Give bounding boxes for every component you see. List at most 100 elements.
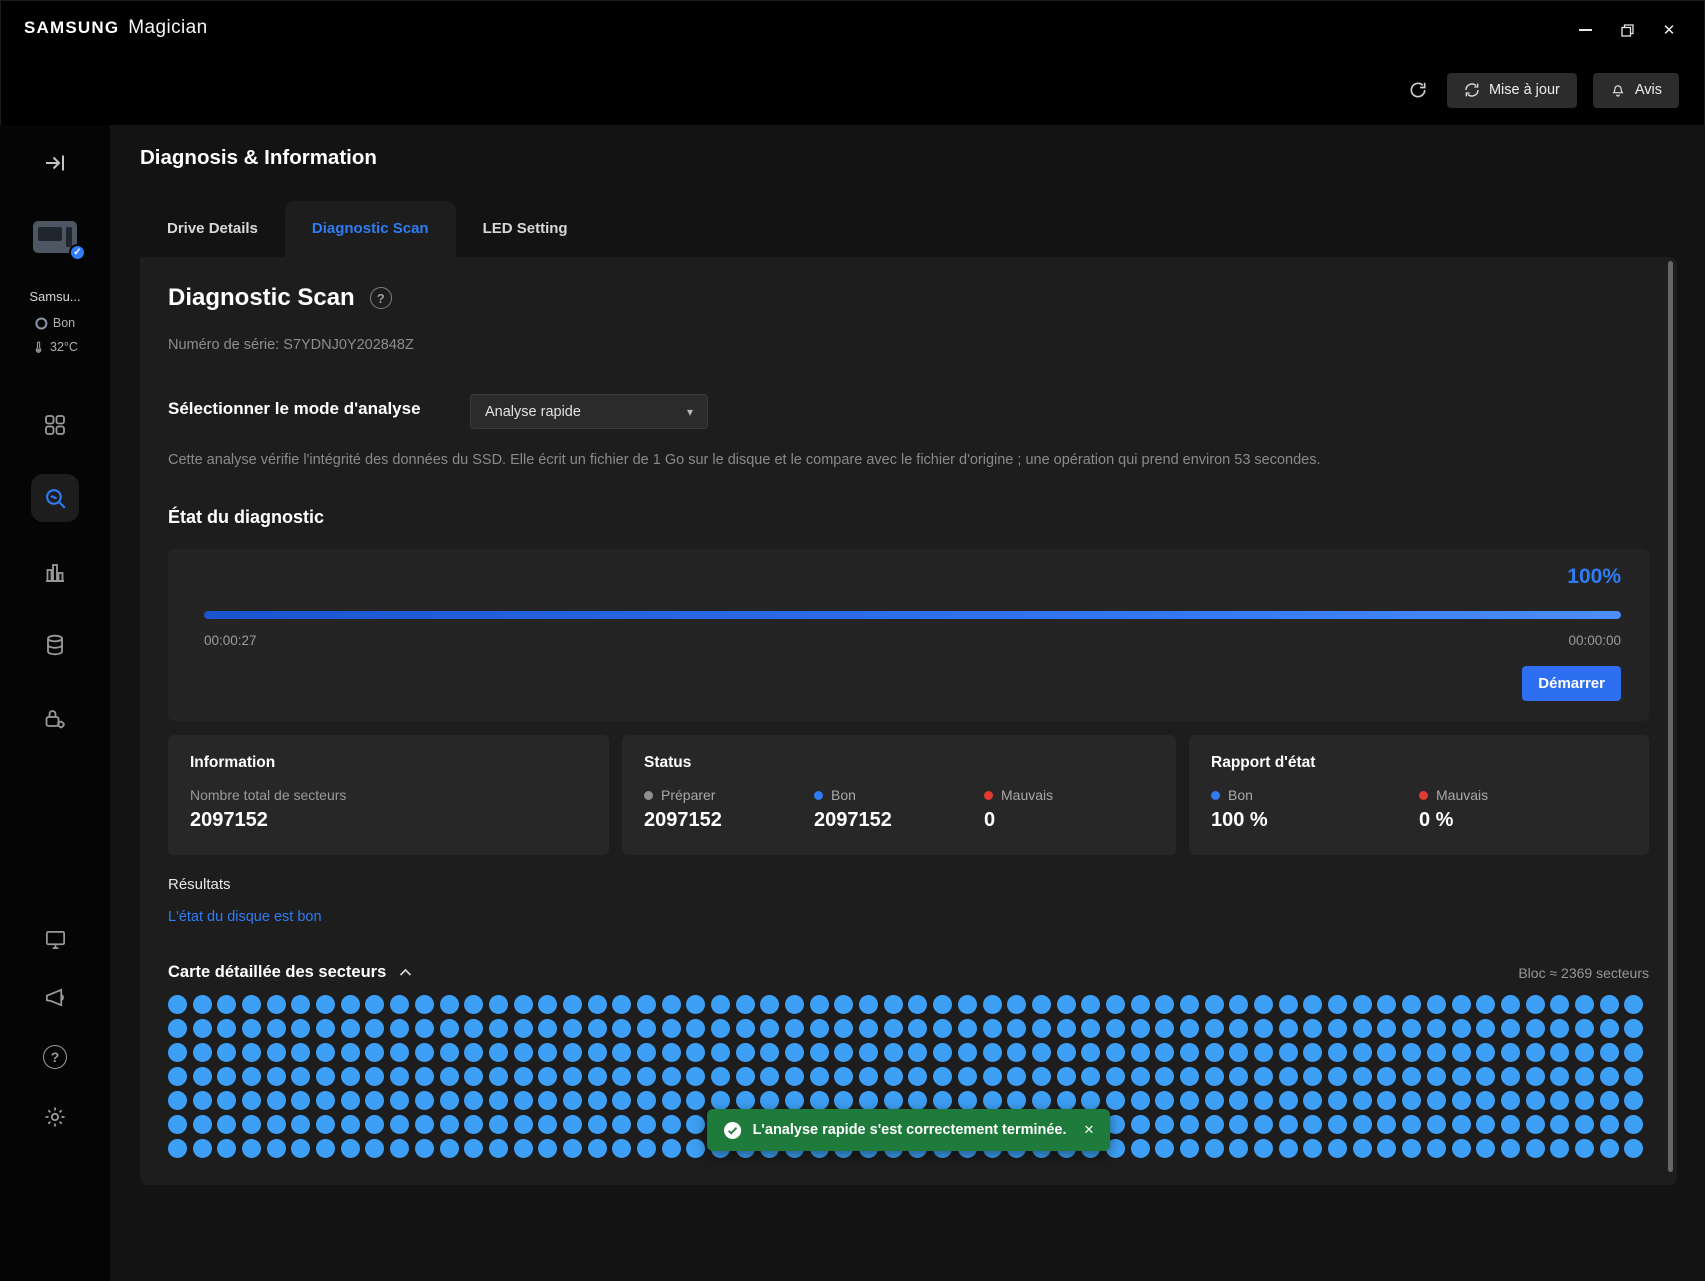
notice-button[interactable]: Avis [1593,73,1679,108]
sector-dot [662,1091,681,1110]
sidebar-item-diagnosis[interactable] [31,474,79,522]
sector-dot [193,1139,212,1158]
minimize-button[interactable] [1569,16,1601,44]
sector-dot [217,1139,236,1158]
sector-dot [1328,1067,1347,1086]
sidebar-item-system[interactable] [34,918,76,960]
sector-dot [637,1139,656,1158]
sector-dot [440,995,459,1014]
sector-dot [1600,1067,1619,1086]
sector-dot [291,1067,310,1086]
sector-dot [267,995,286,1014]
sector-dot [1501,995,1520,1014]
sector-dot [637,1115,656,1134]
sector-dot [1427,1043,1446,1062]
sector-dot [1575,995,1594,1014]
sector-dot [1205,1043,1224,1062]
sector-dot [217,1019,236,1038]
sector-dot [1328,1043,1347,1062]
sector-dot [933,1067,952,1086]
card-report: Rapport d'état Bon 100 % [1189,735,1649,855]
sector-dot [1550,1091,1569,1110]
sector-dot [1303,1043,1322,1062]
sector-dot [538,1019,557,1038]
sector-dot [736,1091,755,1110]
sector-dot [1377,1019,1396,1038]
sector-dot [686,1091,705,1110]
sector-dot [1303,1139,1322,1158]
sector-dot [1279,995,1298,1014]
sector-dot [390,995,409,1014]
chevron-up-icon [399,968,412,977]
help-button[interactable]: ? [370,287,392,309]
scrollbar-thumb[interactable] [1668,261,1673,1172]
sidebar-item-announcements[interactable] [34,976,76,1018]
sector-dot [1155,1139,1174,1158]
sidebar-item-performance[interactable] [31,548,79,596]
sector-dot [711,1067,730,1086]
close-button[interactable]: ✕ [1653,16,1685,44]
sidebar-item-security[interactable] [31,695,79,743]
sector-dot [612,1019,631,1038]
sector-dot [612,1139,631,1158]
tab-drive-details[interactable]: Drive Details [140,201,285,257]
sector-dot [415,995,434,1014]
lock-gear-icon [43,707,67,731]
sector-dot [217,1067,236,1086]
sector-dot [834,1019,853,1038]
sector-dot [291,1091,310,1110]
sector-dot [686,1019,705,1038]
time-elapsed: 00:00:27 [204,633,257,648]
toast-close-button[interactable]: ✕ [1084,1122,1095,1138]
update-label: Mise à jour [1489,82,1560,98]
sector-dot [1254,1091,1273,1110]
sector-dot [1476,1067,1495,1086]
sector-dot [1081,1067,1100,1086]
results-heading: Résultats [168,876,231,893]
drive-selector[interactable]: ✓ [28,215,82,259]
sidebar-item-settings[interactable] [34,1096,76,1138]
sector-dot [563,1091,582,1110]
sector-dot [563,1067,582,1086]
tab-led-setting[interactable]: LED Setting [456,201,595,257]
serial-number: Numéro de série: S7YDNJ0Y202848Z [168,337,414,353]
sector-dot [760,1091,779,1110]
sector-dot [390,1139,409,1158]
sector-dot [1032,1043,1051,1062]
collapse-map-button[interactable] [399,968,412,977]
sector-dot [1328,1139,1347,1158]
sector-dot [1600,1139,1619,1158]
sector-dot [1057,995,1076,1014]
refresh-button[interactable] [1405,77,1431,103]
sector-dot [365,1043,384,1062]
sector-dot [1057,1043,1076,1062]
sector-dot [1377,1091,1396,1110]
sidebar-item-drive-management[interactable] [31,621,79,669]
sector-dot [1254,1139,1273,1158]
sector-dot [1476,1043,1495,1062]
tab-diagnostic-scan[interactable]: Diagnostic Scan [285,201,456,257]
sector-dot [415,1139,434,1158]
sector-dot [1032,1019,1051,1038]
sidebar-item-dashboard[interactable] [31,401,79,449]
sector-dot [908,1019,927,1038]
sector-dot [884,1091,903,1110]
status-dot [984,791,993,800]
sector-dot [1526,1043,1545,1062]
sector-dot [711,995,730,1014]
sector-dot [291,1043,310,1062]
sector-dot [1624,1139,1643,1158]
sector-dot [1303,995,1322,1014]
mode-select[interactable]: Analyse rapide ▾ [470,394,708,429]
sector-dot [1007,1091,1026,1110]
sector-dot [1452,995,1471,1014]
toast: L'analyse rapide s'est correctement term… [707,1109,1111,1151]
sidebar-item-help[interactable]: ? [34,1036,76,1078]
update-button[interactable]: Mise à jour [1447,73,1577,108]
sector-dot [316,1067,335,1086]
start-button[interactable]: Démarrer [1522,666,1621,701]
sector-dot [1303,1019,1322,1038]
sector-dot [1575,1115,1594,1134]
restore-button[interactable] [1611,16,1643,44]
collapse-sidebar-button[interactable] [40,148,70,178]
